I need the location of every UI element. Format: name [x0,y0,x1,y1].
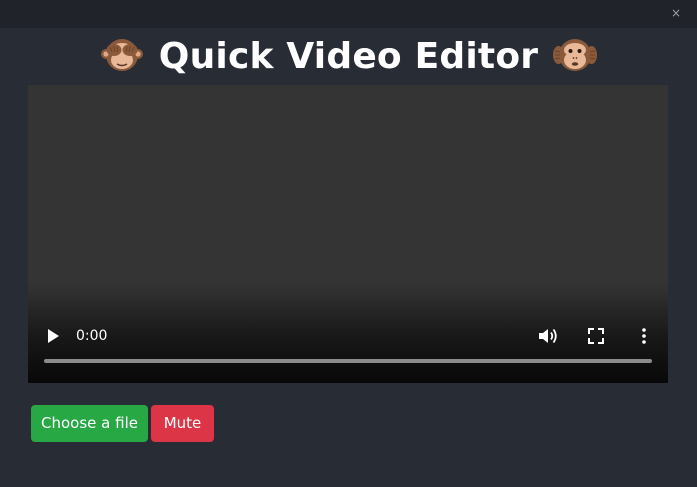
video-controls-overlay [28,283,668,383]
see-no-evil-monkey-icon [100,39,143,71]
volume-icon[interactable] [537,326,559,346]
fullscreen-icon[interactable] [588,328,604,344]
window-titlebar: × [0,0,697,28]
video-player[interactable]: 0:00 [28,85,668,383]
hear-no-evil-monkey-icon [553,39,598,71]
current-time: 0:00 [76,328,108,344]
page-title: Quick Video Editor [158,35,539,77]
play-icon[interactable] [44,327,62,345]
page-heading: Quick Video Editor [0,28,697,84]
video-progress-bar[interactable] [44,359,652,363]
choose-file-button[interactable]: Choose a file [31,405,148,442]
mute-button[interactable]: Mute [151,405,214,442]
close-icon[interactable]: × [669,6,683,20]
more-options-icon[interactable] [639,327,649,345]
